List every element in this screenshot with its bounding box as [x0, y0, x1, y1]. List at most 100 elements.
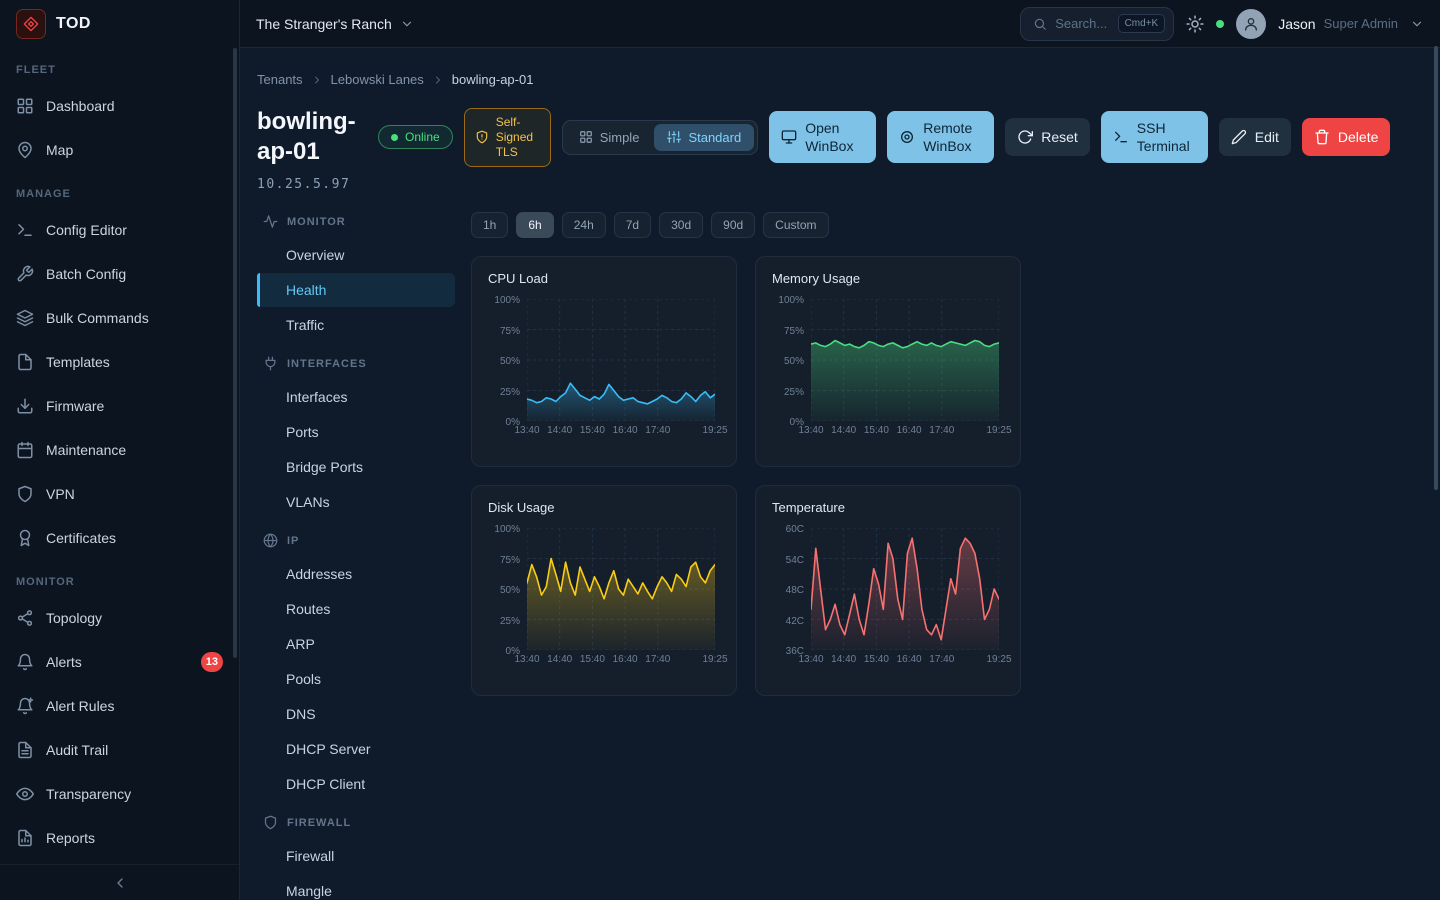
y-tick-label: 54C [786, 555, 804, 566]
y-tick-label: 75% [784, 326, 804, 337]
chart-body: 60C54C48C42C36C13:4014:4015:4016:4017:40… [772, 528, 1004, 650]
sidebar-item-alert-rules[interactable]: Alert Rules [0, 684, 239, 728]
chart-body: 100%75%50%25%0%13:4014:4015:4016:4017:40… [488, 299, 720, 421]
sidebar-section-label: FLEET [0, 48, 239, 84]
charts-grid: CPU Load100%75%50%25%0%13:4014:4015:4016… [471, 256, 1021, 696]
tenant-name: The Stranger's Ranch [256, 16, 392, 32]
ssh-terminal-button[interactable]: SSH Terminal [1101, 111, 1208, 163]
wrench-icon [16, 265, 34, 283]
subnav-item-dhcp-client[interactable]: DHCP Client [257, 767, 455, 801]
sidebar-item-reports[interactable]: Reports [0, 816, 239, 860]
bell-icon [16, 653, 34, 671]
search-box[interactable]: Cmd+K [1020, 7, 1174, 41]
avatar[interactable] [1236, 9, 1266, 39]
subnav-item-vlans[interactable]: VLANs [257, 485, 455, 519]
sidebar-item-label: Map [46, 142, 73, 158]
main-scrollbar[interactable] [1434, 46, 1438, 490]
sidebar-item-label: Transparency [46, 786, 131, 802]
activity-icon [263, 214, 278, 229]
y-tick-label: 50% [500, 356, 520, 367]
sidebar-item-templates[interactable]: Templates [0, 340, 239, 384]
subnav-item-firewall[interactable]: Firewall [257, 839, 455, 873]
app-logo[interactable] [16, 9, 46, 39]
grid-icon [579, 130, 593, 144]
subnav-section-header: IP [257, 525, 455, 556]
eye-icon [16, 785, 34, 803]
subnav-item-arp[interactable]: ARP [257, 627, 455, 661]
sidebar-item-transparency[interactable]: Transparency [0, 772, 239, 816]
time-range-6h[interactable]: 6h [516, 212, 553, 238]
breadcrumb-item-lebowski-lanes[interactable]: Lebowski Lanes [331, 72, 424, 87]
view-mode-label: Simple [600, 130, 640, 145]
remote-winbox-button[interactable]: Remote WinBox [887, 111, 994, 163]
sidebar-item-bulk-commands[interactable]: Bulk Commands [0, 296, 239, 340]
chart-plot [527, 528, 715, 650]
subnav-item-dns[interactable]: DNS [257, 697, 455, 731]
sidebar-item-firmware[interactable]: Firmware [0, 384, 239, 428]
x-tick-label: 14:40 [547, 654, 572, 665]
sidebar-item-topology[interactable]: Topology [0, 596, 239, 640]
view-mode-simple[interactable]: Simple [566, 124, 653, 151]
time-range-custom[interactable]: Custom [763, 212, 828, 238]
x-tick-label: 17:40 [645, 425, 670, 436]
x-tick-label: 15:40 [864, 654, 889, 665]
time-range-7d[interactable]: 7d [614, 212, 651, 238]
trash-icon [1314, 129, 1330, 145]
sidebar-item-audit-trail[interactable]: Audit Trail [0, 728, 239, 772]
time-range-30d[interactable]: 30d [659, 212, 703, 238]
globe-icon [263, 533, 278, 548]
sidebar-item-certificates[interactable]: Certificates [0, 516, 239, 560]
subnav-item-bridge-ports[interactable]: Bridge Ports [257, 450, 455, 484]
open-winbox-button[interactable]: Open WinBox [769, 111, 876, 163]
sidebar-section-label: MANAGE [0, 172, 239, 208]
user-menu-chevron-icon[interactable] [1410, 17, 1424, 31]
subnav-item-mangle[interactable]: Mangle [257, 874, 455, 900]
sidebar-scrollbar[interactable] [233, 48, 237, 658]
breadcrumb-item-bowling-ap-01[interactable]: bowling-ap-01 [452, 72, 534, 87]
search-input[interactable] [1055, 16, 1109, 31]
sidebar-item-map[interactable]: Map [0, 128, 239, 172]
sidebar-item-dashboard[interactable]: Dashboard [0, 84, 239, 128]
subnav-item-addresses[interactable]: Addresses [257, 557, 455, 591]
x-tick-label: 13:40 [798, 654, 823, 665]
action-label: SSH Terminal [1137, 119, 1196, 155]
y-tick-label: 100% [778, 295, 804, 306]
sidebar-item-config-editor[interactable]: Config Editor [0, 208, 239, 252]
sidebar-item-batch-config[interactable]: Batch Config [0, 252, 239, 296]
time-range-1h[interactable]: 1h [471, 212, 508, 238]
subnav-item-dhcp-server[interactable]: DHCP Server [257, 732, 455, 766]
time-range-24h[interactable]: 24h [562, 212, 606, 238]
monitor-icon [781, 129, 797, 145]
subnav-item-interfaces[interactable]: Interfaces [257, 380, 455, 414]
reset-button[interactable]: Reset [1005, 118, 1090, 156]
breadcrumb-item-tenants[interactable]: Tenants [257, 72, 303, 87]
subnav-item-routes[interactable]: Routes [257, 592, 455, 626]
time-range-90d[interactable]: 90d [711, 212, 755, 238]
sidebar-item-label: Firmware [46, 398, 104, 414]
sidebar-item-alerts[interactable]: Alerts13 [0, 640, 239, 684]
sidebar-collapse-button[interactable] [0, 864, 239, 900]
subnav-section-header: INTERFACES [257, 348, 455, 379]
subnav-item-pools[interactable]: Pools [257, 662, 455, 696]
sidebar-item-vpn[interactable]: VPN [0, 472, 239, 516]
subnav-item-overview[interactable]: Overview [257, 238, 455, 272]
topbar: The Stranger's Ranch Cmd+K Jason Super A… [240, 0, 1440, 48]
refresh-icon [1017, 129, 1033, 145]
x-tick-label: 16:40 [613, 654, 638, 665]
edit-button[interactable]: Edit [1219, 118, 1291, 156]
sidebar-item-maintenance[interactable]: Maintenance [0, 428, 239, 472]
view-mode-standard[interactable]: Standard [654, 124, 754, 151]
chart-body: 100%75%50%25%0%13:4014:4015:4016:4017:40… [772, 299, 1004, 421]
subnav-item-health[interactable]: Health [257, 273, 455, 307]
subnav-item-ports[interactable]: Ports [257, 415, 455, 449]
theme-toggle-sun-icon[interactable] [1186, 15, 1204, 33]
delete-button[interactable]: Delete [1302, 118, 1390, 156]
tenant-selector[interactable]: The Stranger's Ranch [256, 16, 414, 32]
calendar-icon [16, 441, 34, 459]
target-icon [899, 129, 915, 145]
subnav-item-traffic[interactable]: Traffic [257, 308, 455, 342]
action-label: Open WinBox [805, 119, 864, 155]
sliders-icon [667, 130, 681, 144]
x-tick-label: 17:40 [645, 654, 670, 665]
plug-icon [263, 356, 278, 371]
